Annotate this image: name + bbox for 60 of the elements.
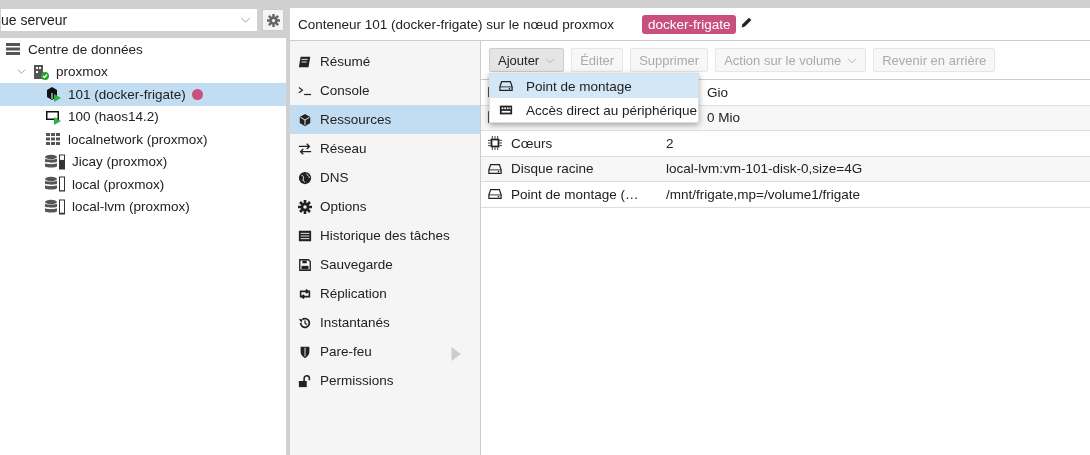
pencil-icon — [740, 16, 754, 29]
view-selector[interactable]: ue serveur — [0, 8, 258, 32]
page-title: Conteneur 101 (docker-frigate) sur le nœud proxmox — [298, 16, 614, 32]
nav-item[interactable]: Historique des tâches — [290, 221, 480, 250]
grid-icon — [44, 131, 62, 148]
nav-item[interactable]: Permissions — [290, 366, 480, 395]
monitor-play-icon — [44, 108, 62, 125]
tree-item[interactable]: Jicay (proxmox) — [0, 150, 286, 173]
storage-usage-icon — [44, 176, 66, 193]
tree-item[interactable]: local (proxmox) — [0, 173, 286, 196]
menu-item[interactable]: Point de montage — [490, 74, 698, 98]
globe-icon — [298, 170, 312, 185]
tag: docker-frigate — [641, 14, 737, 34]
nav-item[interactable]: Pare-feu — [290, 337, 480, 366]
nav-item[interactable]: Résumé — [290, 47, 480, 76]
arrows-icon — [298, 141, 312, 156]
caret-icon — [240, 16, 251, 24]
row-label: Cœurs — [510, 135, 554, 151]
row-value: local-lvm:vm-101-disk-0,size=4G — [665, 161, 863, 177]
expansion-card-icon — [498, 103, 514, 117]
row-value: Gio — [706, 84, 728, 100]
building-check-icon — [32, 63, 50, 80]
tree-item[interactable]: 101 (docker-frigate) — [0, 83, 286, 106]
repeat-arrows-icon — [298, 286, 312, 301]
nav-item[interactable]: Options — [290, 192, 480, 221]
hard-drive-icon — [498, 79, 514, 93]
storage-usage-icon — [44, 198, 66, 215]
tree-item[interactable]: 100 (haos14.2) — [0, 105, 286, 128]
shield-icon — [298, 344, 312, 359]
tree-item[interactable]: local-lvm (proxmox) — [0, 195, 286, 218]
cube-play-icon — [44, 86, 62, 103]
hard-drive-icon — [488, 187, 502, 202]
row-label: Point de montage (… — [510, 186, 640, 202]
nav-item[interactable]: Réseau — [290, 134, 480, 163]
chip-icon — [488, 136, 502, 151]
toolbar-button[interactable]: Ajouter — [489, 48, 565, 72]
tree-item[interactable]: localnetwork (proxmox) — [0, 128, 286, 151]
history-icon — [298, 315, 312, 330]
gear-icon — [298, 199, 312, 214]
nav-item[interactable]: Instantanés — [290, 308, 480, 337]
padlock-icon — [298, 373, 312, 388]
menu-item[interactable]: Accès direct au périphérique — [490, 98, 698, 122]
row-label: Disque racine — [510, 161, 595, 177]
nav-item[interactable]: Sauvegarde — [290, 250, 480, 279]
nav-item[interactable]: Console — [290, 76, 480, 105]
settings-icon — [266, 13, 280, 27]
settings-button[interactable] — [262, 9, 284, 31]
nav-item[interactable]: DNS — [290, 163, 480, 192]
nav-item[interactable]: Ressources — [290, 105, 480, 134]
nav-item[interactable]: Réplication — [290, 279, 480, 308]
tree-item[interactable]: Centre de données — [0, 38, 286, 61]
server-rack-icon — [4, 41, 22, 58]
row-value: /mnt/frigate,mp=/volume1/frigate — [665, 186, 860, 202]
tree-item[interactable]: proxmox — [0, 60, 286, 83]
row-value: 2 — [665, 135, 674, 151]
book-icon — [298, 54, 312, 69]
storage-usage-icon — [44, 153, 66, 170]
cube-icon — [298, 112, 312, 127]
hard-drive-icon — [488, 161, 502, 176]
list-icon — [298, 228, 312, 243]
